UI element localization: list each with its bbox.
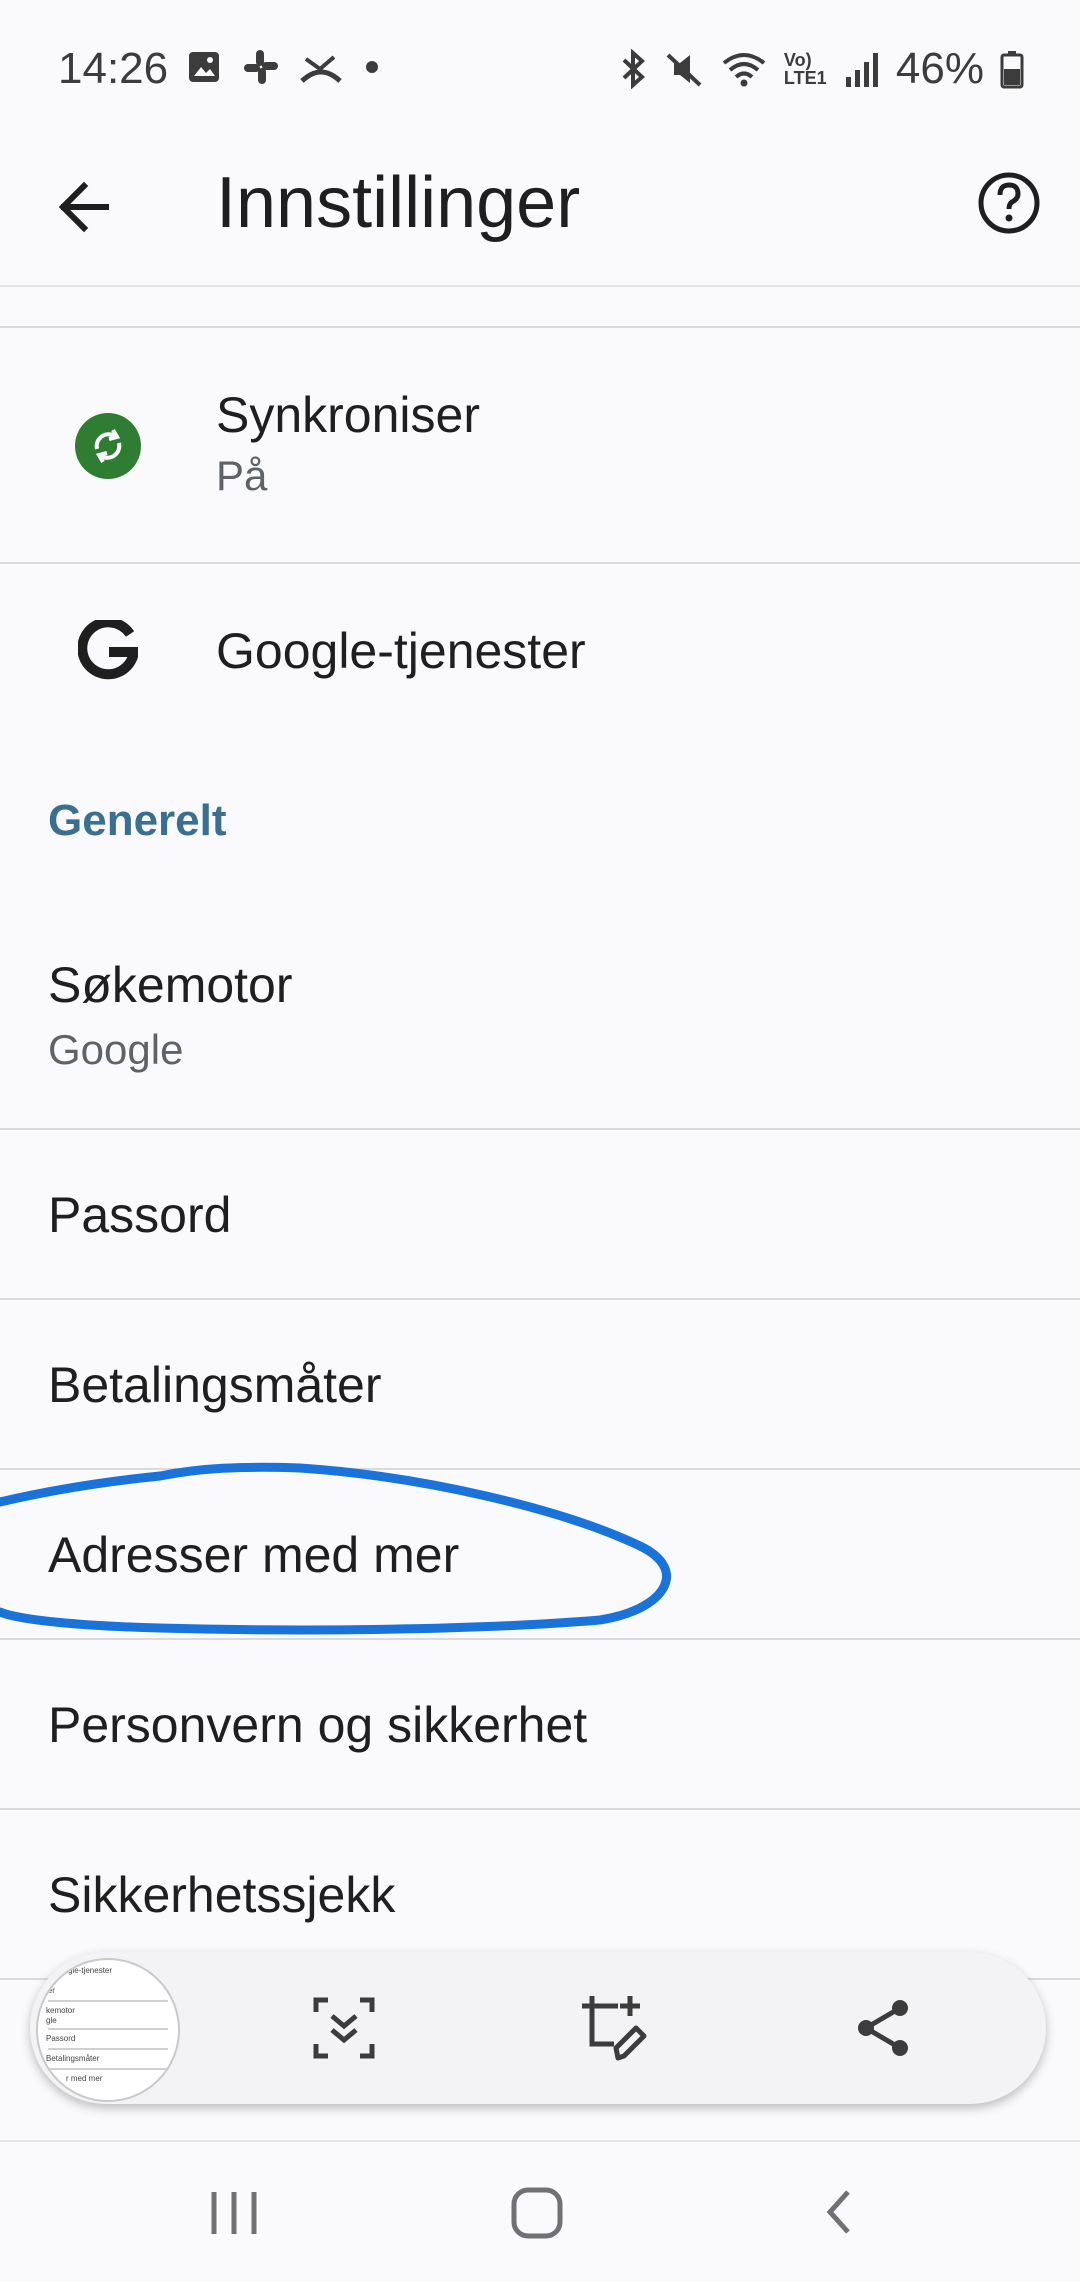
help-circle-icon [978,172,1040,234]
home-button[interactable] [502,2176,574,2248]
arrow-back-icon [58,181,109,233]
sync-icon [75,413,141,479]
settings-item-passwords[interactable]: Passord [0,1130,1080,1298]
settings-item-payment-methods[interactable]: Betalingsmåter [0,1300,1080,1468]
scroll-capture-button[interactable] [308,1992,380,2064]
status-time: 14:26 [58,44,169,93]
signal-icon [844,49,880,89]
status-system-icons: Vo) LTE1 46% [618,44,1024,94]
thumbnail-text: gle-tjenester [68,1966,113,1975]
missed-call-icon [300,49,342,85]
passwords-title: Passord [48,1187,232,1243]
thumbnail-text: Passord [46,2034,76,2043]
sync-status: På [216,452,268,499]
scroll-capture-icon [313,1997,375,2059]
thumbnail-text: Betalingsmåter [46,2054,100,2063]
thumbnail-divider [48,2048,168,2050]
battery-percent: 46% [895,44,984,93]
back-icon [826,2190,850,2234]
settings-item-addresses[interactable]: Adresser med mer [0,1470,1080,1638]
safety-check-title: Sikkerhetssjekk [48,1867,396,1923]
settings-item-sync[interactable]: Synkroniser På [0,328,1080,562]
thumbnail-divider [48,2068,168,2070]
thumbnail-divider [48,2000,168,2002]
thumbnail-text: gle [46,2016,57,2025]
thumbnail-text: kemotor [46,2006,75,2015]
google-g-icon [77,617,140,680]
slack-icon [242,48,280,86]
bluetooth-icon [618,49,648,89]
sync-title: Synkroniser [216,387,480,443]
thumbnail-divider [48,2028,168,2030]
settings-item-google-services[interactable]: Google-tjenester [0,564,1080,734]
network-label: Vo) LTE1 [783,50,827,88]
screenshot-thumbnail[interactable]: gle-tjenester ler kemotor gle Passord Be… [36,1958,180,2102]
battery-icon [1000,49,1024,89]
wifi-icon [720,49,768,89]
settings-item-privacy[interactable]: Personvern og sikkerhet [0,1640,1080,1808]
privacy-title: Personvern og sikkerhet [48,1697,588,1753]
search-engine-title: Søkemotor [48,957,293,1013]
addresses-title: Adresser med mer [48,1527,460,1583]
settings-item-search-engine[interactable]: Søkemotor Google [0,908,1080,1128]
back-button[interactable] [50,172,120,242]
help-button[interactable] [974,168,1044,238]
google-services-title: Google-tjenester [216,623,586,679]
section-header-general: Generelt [48,796,227,845]
mute-icon [664,49,704,89]
thumbnail-text: ler [46,1986,55,1995]
recents-button[interactable] [198,2176,270,2248]
navigation-bar [0,2140,1080,2282]
share-button[interactable] [848,1992,920,2064]
page-title: Innstillinger [216,163,581,243]
share-icon [858,2000,908,2056]
app-bar: Innstillinger [0,140,1080,287]
home-icon [511,2187,563,2239]
gallery-icon [186,49,222,85]
nav-back-button[interactable] [804,2176,876,2248]
crop-edit-button[interactable] [578,1992,650,2064]
payment-methods-title: Betalingsmåter [48,1357,382,1413]
status-bar: 14:26 Vo) LTE1 46% [0,0,1080,140]
screenshot-toolbar: gle-tjenester ler kemotor gle Passord Be… [30,1952,1046,2104]
crop-edit-icon [582,1996,647,2061]
recents-icon [211,2192,257,2234]
notification-dot-icon [362,57,382,77]
status-notification-icons [186,48,382,86]
thumbnail-text: r med mer [66,2074,103,2083]
search-engine-value: Google [48,1026,184,1073]
